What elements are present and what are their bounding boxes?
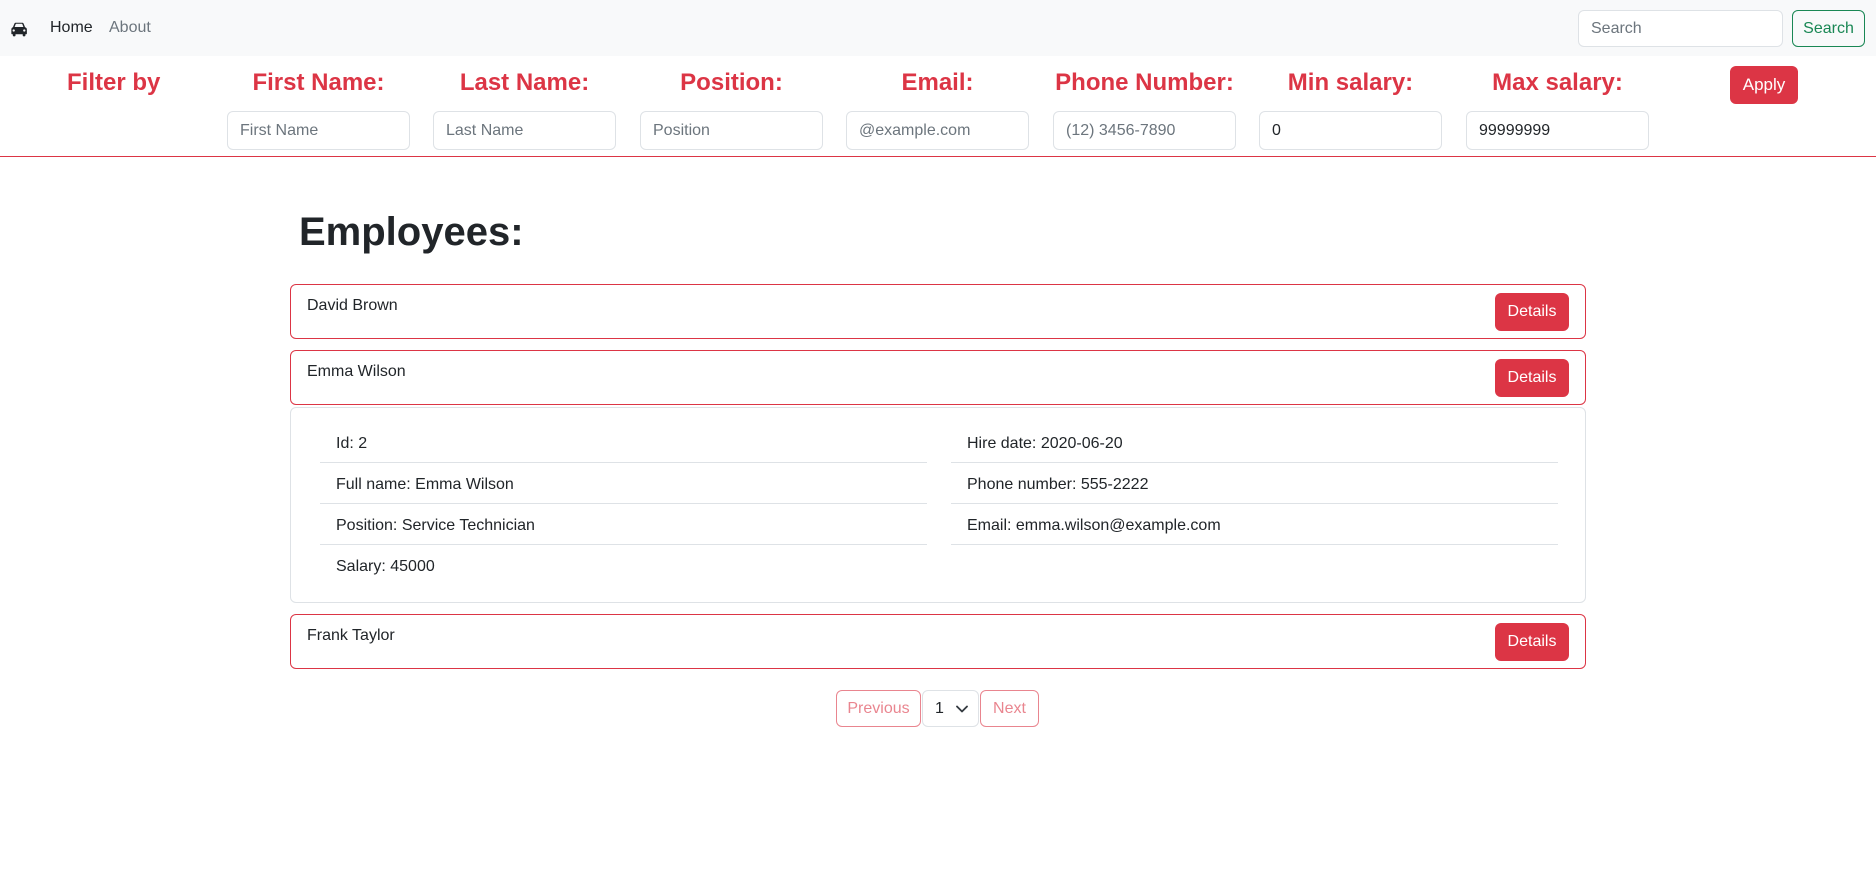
employee-name: Emma Wilson [307, 363, 406, 380]
details-left-column: Id: 2 Full name: Emma Wilson Position: S… [320, 422, 927, 586]
employee-card: Emma Wilson Details [290, 350, 1586, 405]
phone-number-label: Phone Number: [1055, 69, 1234, 96]
next-page-button[interactable]: Next [980, 690, 1039, 727]
position-label: Position: [680, 69, 783, 96]
employee-card: Frank Taylor Details [290, 614, 1586, 669]
nav-about-link[interactable]: About [109, 18, 151, 38]
search-input[interactable] [1578, 10, 1783, 47]
page-select[interactable]: 1 [922, 690, 979, 727]
car-icon[interactable] [10, 20, 28, 38]
email-label: Email: [901, 69, 974, 96]
employee-card: David Brown Details [290, 284, 1586, 339]
detail-phone-number: Phone number: 555-2222 [951, 463, 1558, 504]
page-title: Employees: [299, 210, 524, 254]
chevron-down-icon [956, 705, 968, 713]
filter-bar: Filter by First Name: Last Name: Positio… [0, 56, 1876, 157]
apply-filter-button[interactable]: Apply [1730, 66, 1798, 104]
employee-details-panel: Id: 2 Full name: Emma Wilson Position: S… [290, 407, 1586, 603]
max-salary-input[interactable] [1466, 111, 1649, 150]
details-right-column: Hire date: 2020-06-20 Phone number: 555-… [951, 422, 1558, 545]
first-name-input[interactable] [227, 111, 410, 150]
employee-name: David Brown [307, 297, 398, 314]
detail-email: Email: emma.wilson@example.com [951, 504, 1558, 545]
details-button[interactable]: Details [1495, 623, 1569, 661]
phone-number-input[interactable] [1053, 111, 1236, 150]
search-button[interactable]: Search [1792, 10, 1865, 47]
max-salary-label: Max salary: [1492, 69, 1623, 96]
details-button[interactable]: Details [1495, 359, 1569, 397]
detail-hire-date: Hire date: 2020-06-20 [951, 422, 1558, 463]
top-navbar: Home About Search [0, 0, 1876, 56]
detail-salary: Salary: 45000 [336, 558, 435, 575]
min-salary-label: Min salary: [1287, 69, 1414, 96]
email-input[interactable] [846, 111, 1029, 150]
first-name-label: First Name: [252, 69, 385, 96]
previous-page-button[interactable]: Previous [836, 690, 921, 727]
detail-full-name: Full name: Emma Wilson [320, 463, 927, 504]
detail-id: Id: 2 [320, 422, 927, 463]
position-input[interactable] [640, 111, 823, 150]
detail-position: Position: Service Technician [320, 504, 927, 545]
page-select-value: 1 [935, 700, 944, 717]
min-salary-input[interactable] [1259, 111, 1442, 150]
nav-home-link[interactable]: Home [50, 18, 93, 38]
employee-name: Frank Taylor [307, 627, 395, 644]
last-name-label: Last Name: [459, 69, 590, 96]
last-name-input[interactable] [433, 111, 616, 150]
details-button[interactable]: Details [1495, 293, 1569, 331]
filter-by-label: Filter by [67, 69, 161, 96]
